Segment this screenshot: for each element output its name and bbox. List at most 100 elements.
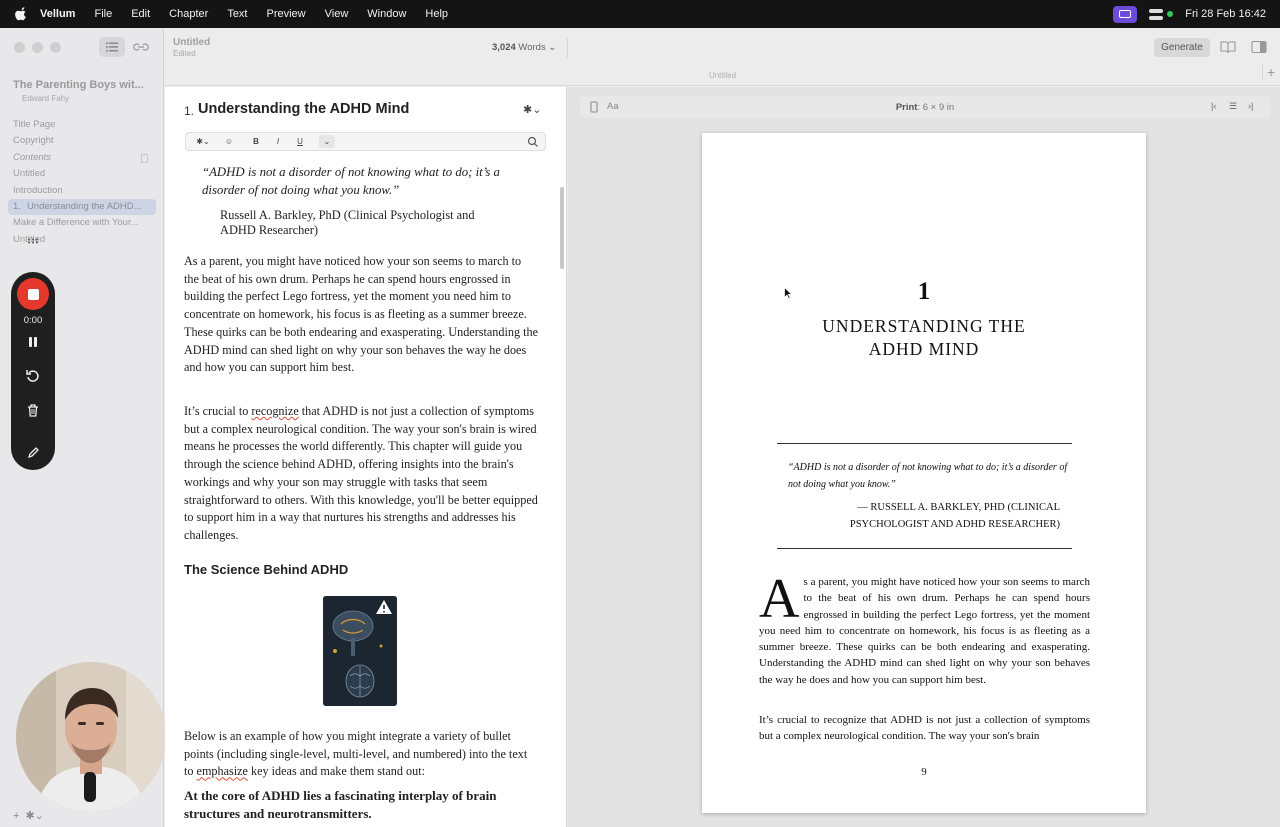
page-epigraph-attribution: — RUSSELL A. BARKLEY, PHD (CLINICAL PSYC…: [849, 502, 1060, 530]
formatting-toolbar: ✱⌄ ☺ B I U ⌄: [185, 132, 546, 151]
control-center-icon[interactable]: [1149, 8, 1164, 20]
last-page-icon[interactable]: ›|: [1248, 101, 1253, 111]
paragraph-1[interactable]: As a parent, you might have noticed how …: [184, 253, 539, 377]
menu-preview[interactable]: Preview: [267, 8, 306, 20]
pause-icon: [29, 337, 37, 347]
styles-view-button[interactable]: [128, 37, 154, 57]
page-title-line-1: UNDERSTANDING THE: [822, 316, 1026, 336]
epigraph-attribution[interactable]: Russell A. Barkley, PhD (Clinical Psycho…: [220, 208, 500, 238]
menu-text[interactable]: Text: [227, 8, 247, 20]
add-icon[interactable]: +: [13, 810, 19, 822]
menu-help[interactable]: Help: [425, 8, 448, 20]
screen-recording-icon[interactable]: [1113, 5, 1138, 23]
preview-page[interactable]: 1 UNDERSTANDING THE ADHD MIND “ADHD is n…: [702, 133, 1146, 813]
text-run: key ideas and make them stand out:: [247, 764, 425, 779]
apple-icon[interactable]: [14, 7, 28, 21]
menubar-clock[interactable]: Fri 28 Feb 16:42: [1185, 8, 1266, 20]
page-chapter-number: 1: [917, 278, 931, 305]
bold-button[interactable]: B: [250, 135, 262, 148]
menu-view[interactable]: View: [325, 8, 349, 20]
sidebar-item-copyright[interactable]: Copyright: [8, 133, 156, 149]
first-page-icon[interactable]: |‹: [1211, 101, 1216, 111]
chapter-settings-gear-icon[interactable]: ✱⌄: [523, 103, 541, 116]
screen-recorder-controls: 0:00: [11, 272, 55, 470]
text-editor[interactable]: 1. Understanding the ADHD Mind ✱⌄ ✱⌄ ☺ B…: [165, 87, 567, 827]
page-chapter-title: UNDERSTANDING THE ADHD MIND: [702, 315, 1146, 361]
close-button[interactable]: [14, 42, 25, 53]
menu-edit[interactable]: Edit: [131, 8, 150, 20]
menu-chapter[interactable]: Chapter: [169, 8, 208, 20]
trash-icon: [28, 403, 38, 417]
pause-button[interactable]: [23, 332, 43, 352]
paragraph-2[interactable]: It’s crucial to recognize that ADHD is n…: [184, 403, 539, 545]
page-body-paragraph-2: It’s crucial to recognize that ADHD is n…: [759, 714, 1090, 743]
bold-paragraph[interactable]: At the core of ADHD lies a fascinating i…: [184, 787, 539, 823]
brain-image[interactable]: [323, 596, 397, 706]
contents-view-button[interactable]: [99, 37, 125, 57]
restart-button[interactable]: [23, 366, 43, 386]
sidebar-item-untitled[interactable]: Untitled: [8, 166, 156, 182]
menu-file[interactable]: File: [94, 8, 112, 20]
page-body-paragraph-1: As a parent, you might have noticed how …: [759, 571, 1090, 688]
tab-untitled[interactable]: Untitled: [165, 71, 1280, 80]
presenter-video: [16, 662, 166, 812]
epigraph-quote[interactable]: “ADHD is not a disorder of not knowing w…: [202, 164, 522, 199]
text-run: It’s crucial to: [184, 404, 252, 418]
book-title[interactable]: The Parenting Boys wit...: [13, 79, 144, 91]
editor-scrollbar[interactable]: [560, 187, 564, 269]
more-options-chevron-icon[interactable]: ⌄: [319, 135, 335, 148]
text-run: s a parent, you might have noticed how y…: [759, 576, 1090, 686]
zoom-button[interactable]: [50, 42, 61, 53]
section-heading[interactable]: The Science Behind ADHD: [184, 562, 348, 577]
sidebar-item-label: Contents: [13, 151, 52, 163]
warning-icon: [376, 600, 392, 614]
sidebar-item-contents[interactable]: Contents: [8, 150, 156, 166]
book-preview: Aa Print: 6 × 9 in |‹ ☰ ›| 1 UNDERSTANDI…: [568, 87, 1280, 827]
chapter-number: 1.: [13, 200, 21, 212]
stop-icon: [27, 288, 39, 300]
toolbar-divider: [567, 38, 568, 58]
style-menu-icon[interactable]: ✱⌄: [192, 135, 214, 148]
generate-button[interactable]: Generate: [1154, 38, 1210, 57]
print-size-selector[interactable]: Print: 6 × 9 in: [580, 102, 1270, 113]
italic-button[interactable]: I: [272, 135, 284, 148]
underline-button[interactable]: U: [294, 135, 306, 148]
pencil-icon: [27, 446, 39, 458]
chapter-title[interactable]: Understanding the ADHD Mind: [198, 101, 409, 117]
book-author: Edward Fahy: [22, 94, 70, 103]
sidebar: The Parenting Boys wit... Edward Fahy Ti…: [0, 28, 166, 827]
page-number: 9: [921, 766, 927, 778]
sidebar-item-introduction[interactable]: Introduction: [8, 183, 156, 199]
book-preview-icon[interactable]: [1220, 40, 1236, 54]
sidebar-item-chapter-1[interactable]: 1. Understanding the ADHD...: [8, 198, 156, 216]
spellcheck-word[interactable]: emphasize: [197, 764, 248, 778]
toggle-preview-icon[interactable]: [1251, 40, 1267, 54]
toolbar: Untitled Edited 3,024 Words ⌄ Generate U…: [165, 28, 1280, 86]
new-tab-button[interactable]: +: [1262, 64, 1275, 80]
webcam-overlay[interactable]: [16, 662, 166, 812]
delete-recording-button[interactable]: [23, 400, 43, 420]
word-count-label: Words: [518, 42, 546, 53]
drag-handle-icon[interactable]: [27, 238, 39, 244]
annotate-button[interactable]: [23, 442, 43, 462]
chevron-down-icon: ⌄: [548, 42, 557, 53]
print-size: : 6 × 9 in: [917, 102, 955, 113]
word-count-dropdown[interactable]: 3,024 Words ⌄: [492, 42, 556, 53]
minimize-button[interactable]: [32, 42, 43, 53]
gear-menu-icon[interactable]: ✱⌄: [25, 809, 43, 822]
preview-toolbar: Aa Print: 6 × 9 in |‹ ☰ ›|: [580, 96, 1270, 118]
spellcheck-word[interactable]: recognize: [251, 404, 298, 418]
word-count: 3,024: [492, 42, 516, 53]
page-list-icon[interactable]: ☰: [1229, 101, 1237, 112]
document-title: Untitled: [173, 37, 211, 48]
emoji-icon[interactable]: ☺: [222, 135, 236, 148]
sidebar-item-chapter-2[interactable]: Make a Difference with Your...: [8, 215, 156, 231]
print-label: Print: [895, 102, 918, 113]
menu-window[interactable]: Window: [367, 8, 406, 20]
search-icon[interactable]: [526, 135, 540, 148]
menu-app-vellum[interactable]: Vellum: [40, 8, 75, 20]
page-title-line-2: ADHD MIND: [868, 339, 980, 359]
stop-recording-button[interactable]: [17, 278, 49, 310]
paragraph-3[interactable]: Below is an example of how you might int…: [184, 728, 539, 781]
sidebar-item-title-page[interactable]: Title Page: [8, 117, 156, 133]
